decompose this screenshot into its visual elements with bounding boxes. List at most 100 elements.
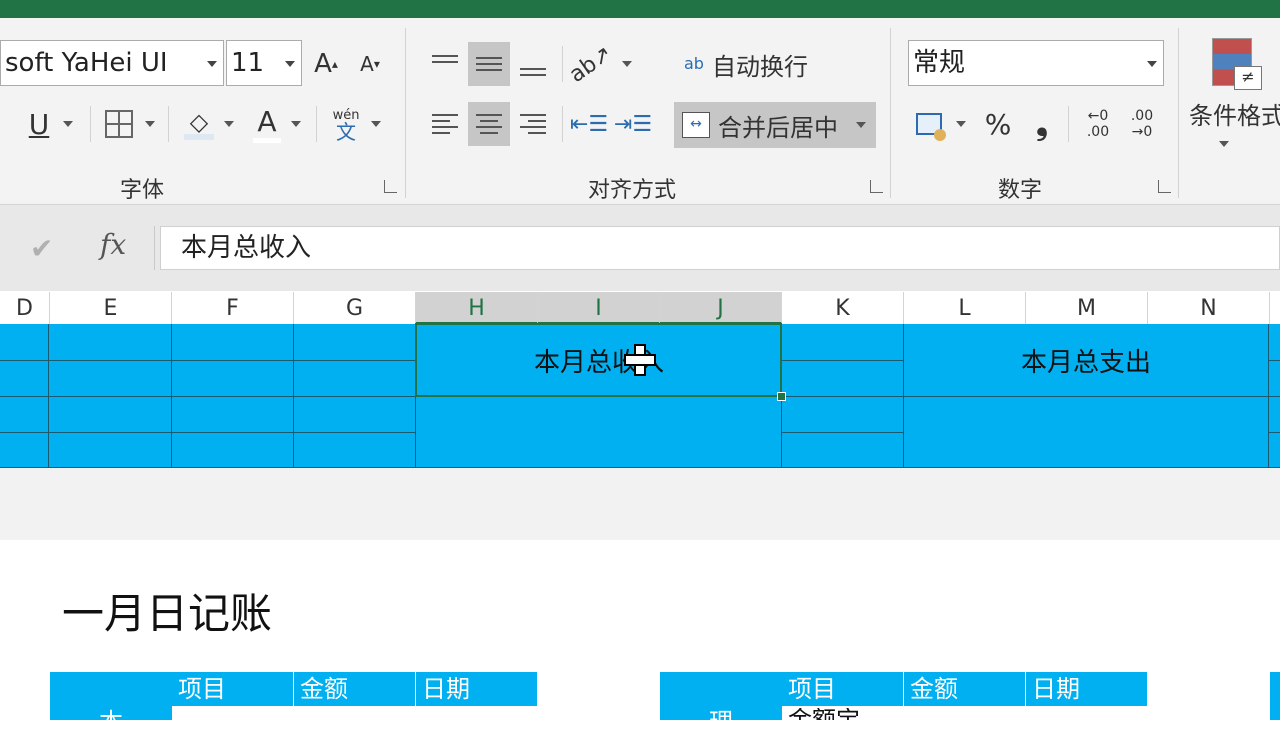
accounting-format-button[interactable] (910, 102, 972, 146)
chevron-down-icon (371, 121, 382, 127)
enter-check-icon[interactable]: ✔ (30, 232, 53, 265)
column-header-d[interactable]: D (0, 292, 50, 324)
align-left-icon (432, 112, 458, 136)
merge-center-label: 合并后居中 (718, 113, 838, 142)
font-dialog-launcher-icon[interactable] (384, 180, 397, 193)
group-divider (1178, 28, 1179, 198)
phonetic-guide-button[interactable]: wén 文 (326, 102, 388, 146)
right-table-first-item[interactable]: 金额宝 (788, 708, 860, 720)
left-table-header-item[interactable]: 项目 (172, 672, 294, 706)
chevron-down-icon (856, 122, 866, 128)
bottom-align-button[interactable] (512, 42, 554, 86)
underline-button[interactable]: U (18, 102, 84, 146)
merge-cells-icon: ↔ (682, 112, 710, 138)
number-format-value: 常规 (913, 48, 966, 78)
column-header-h[interactable]: H (416, 292, 538, 324)
grid-line (1269, 432, 1280, 433)
shrink-font-button[interactable]: A ▾ (352, 42, 388, 86)
increase-indent-button[interactable]: ⇥☰ (612, 102, 654, 146)
right-table-header-amount[interactable]: 金额 (904, 672, 1026, 706)
divider (316, 106, 317, 142)
decrease-decimal-button[interactable]: .00 →0 (1120, 102, 1164, 146)
grid-line (1269, 360, 1280, 361)
column-header-k[interactable]: K (782, 292, 904, 324)
top-align-button[interactable] (424, 42, 466, 86)
left-table-header-amount[interactable]: 金额 (294, 672, 416, 706)
middle-align-button[interactable] (468, 42, 510, 86)
cell-total-expense[interactable]: 本月总支出 (904, 342, 1268, 379)
divider (90, 106, 91, 142)
chevron-down-icon (145, 121, 155, 127)
alignment-dialog-launcher-icon[interactable] (870, 180, 883, 193)
conditional-formatting-button[interactable]: ≠ 条件格式 (1189, 34, 1280, 174)
cursor-icon (624, 344, 656, 376)
column-header-f[interactable]: F (172, 292, 294, 324)
increase-decimal-button[interactable]: ←0 .00 (1076, 102, 1120, 146)
divider (562, 106, 563, 142)
decrease-decimal-icon: .00 →0 (1130, 108, 1154, 140)
orientation-button[interactable]: ab↗ (565, 41, 632, 87)
grow-font-button[interactable]: A ▴ (308, 42, 344, 86)
align-top-icon (432, 53, 458, 65)
chevron-down-icon (285, 61, 295, 67)
borders-button[interactable] (100, 102, 160, 146)
increase-decimal-icon: ←0 .00 (1086, 108, 1110, 140)
align-bottom-icon (520, 66, 546, 78)
number-group-label: 数字 (997, 178, 1042, 203)
chevron-down-icon (291, 121, 301, 127)
cell-selection-border (415, 323, 782, 397)
merge-center-button[interactable]: ↔ 合并后居中 (674, 102, 876, 148)
comma-style-button[interactable]: ❟ (1022, 102, 1062, 146)
column-header-m[interactable]: M (1026, 292, 1148, 324)
align-center-button[interactable] (468, 102, 510, 146)
wrap-text-label: 自动换行 (711, 52, 808, 81)
left-table-header-date[interactable]: 日期 (416, 672, 538, 706)
fill-color-button[interactable]: ◇ (178, 102, 240, 146)
divider (154, 226, 155, 270)
number-format-dropdown[interactable]: 常规 (908, 40, 1164, 86)
align-right-button[interactable] (512, 102, 554, 146)
conditional-format-icon: ≠ (1212, 38, 1262, 90)
ribbon: soft YaHei UI 11 A▴ A▾ U ◇ A wén 文 字体 (0, 18, 1280, 205)
comma-icon: ❟ (1036, 106, 1048, 142)
text-orientation-icon: ab↗ (565, 40, 617, 88)
align-middle-icon (476, 55, 502, 73)
sheet-section-title[interactable]: 一月日记账 (62, 580, 272, 641)
underline-icon: U (28, 107, 50, 141)
chevron-down-icon (1147, 61, 1157, 67)
column-header-e[interactable]: E (50, 292, 172, 324)
font-size-dropdown[interactable]: 11 (226, 40, 302, 86)
percent-style-button[interactable]: % (978, 102, 1018, 146)
divider (1068, 106, 1069, 142)
next-table-edge (1270, 672, 1280, 720)
group-divider (405, 28, 406, 198)
wrap-text-button[interactable]: ab 自动换行 (676, 42, 826, 86)
column-header-i[interactable]: I (538, 292, 660, 324)
align-left-button[interactable] (424, 102, 466, 146)
paint-bucket-icon: ◇ (184, 108, 214, 140)
column-header-l[interactable]: L (904, 292, 1026, 324)
right-table-header-item[interactable]: 项目 (782, 672, 904, 706)
grid-line (782, 432, 904, 433)
column-header-n[interactable]: N (1148, 292, 1270, 324)
align-center-icon (476, 112, 502, 136)
shrink-font-icon: A (360, 52, 374, 76)
formula-content: 本月总收入 (181, 233, 312, 263)
column-header-g[interactable]: G (294, 292, 416, 324)
decrease-indent-button[interactable]: ⇤☰ (568, 102, 610, 146)
chevron-down-icon (1219, 141, 1229, 147)
font-color-button[interactable]: A (246, 102, 308, 146)
font-name-dropdown[interactable]: soft YaHei UI (0, 40, 224, 86)
column-header-j[interactable]: J (660, 292, 782, 324)
group-divider (890, 28, 891, 198)
fill-handle[interactable] (777, 392, 786, 401)
decrease-indent-icon: ⇤☰ (569, 111, 609, 137)
formula-input[interactable]: 本月总收入 (160, 226, 1280, 270)
column-headers: D E F G H I J K L M N (0, 292, 1280, 325)
chevron-down-icon (207, 61, 217, 67)
right-table-header-date[interactable]: 日期 (1026, 672, 1148, 706)
insert-function-icon[interactable]: fx (100, 228, 126, 261)
increase-indent-icon: ⇥☰ (613, 111, 653, 137)
number-dialog-launcher-icon[interactable] (1158, 180, 1171, 193)
font-name-value: soft YaHei UI (5, 48, 168, 78)
